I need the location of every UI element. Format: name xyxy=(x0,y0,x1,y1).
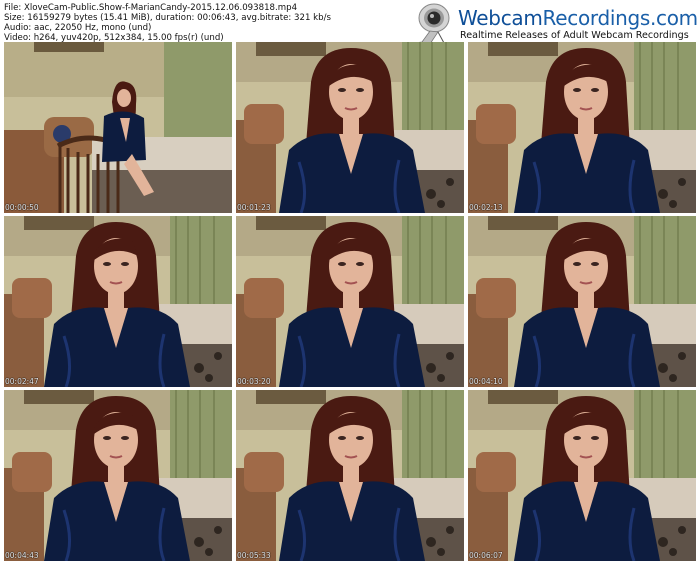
frame-image xyxy=(4,42,232,213)
video-frame-thumbnail[interactable]: 00:01:23 xyxy=(236,42,464,213)
video-frame-thumbnail[interactable]: 00:03:20 xyxy=(236,216,464,387)
frame-timestamp: 00:04:43 xyxy=(5,551,39,560)
video-frame-thumbnail[interactable]: 00:04:10 xyxy=(468,216,696,387)
video-frame-thumbnail[interactable]: 00:02:13 xyxy=(468,42,696,213)
file-size-line: Size: 16159279 bytes (15.41 MiB), durati… xyxy=(4,13,331,23)
frame-timestamp: 00:02:13 xyxy=(469,203,503,212)
frame-image xyxy=(468,42,696,213)
brand-name: WebcamRecordings.com xyxy=(458,6,698,30)
frame-image xyxy=(4,216,232,387)
video-frame-thumbnail[interactable]: 00:06:07 xyxy=(468,390,696,561)
frame-image xyxy=(236,42,464,213)
video-frame-thumbnail[interactable]: 00:00:50 xyxy=(4,42,232,213)
frame-timestamp: 00:04:10 xyxy=(469,377,503,386)
video-frame-thumbnail[interactable]: 00:04:43 xyxy=(4,390,232,561)
video-frame-thumbnail[interactable]: 00:05:33 xyxy=(236,390,464,561)
file-info-block: File: XloveCam-Public.Show-f-MarianCandy… xyxy=(4,3,404,43)
frame-image xyxy=(468,390,696,561)
audio-info-line: Audio: aac, 22050 Hz, mono (und) xyxy=(4,23,152,33)
brand-logo[interactable]: WebcamRecordings.com Realtime Releases o… xyxy=(400,2,698,46)
brand-tagline: Realtime Releases of Adult Webcam Record… xyxy=(460,30,689,41)
frame-image xyxy=(236,390,464,561)
frame-timestamp: 00:02:47 xyxy=(5,377,39,386)
frame-image xyxy=(236,216,464,387)
frame-image xyxy=(4,390,232,561)
frame-image xyxy=(468,216,696,387)
frame-timestamp: 00:05:33 xyxy=(237,551,271,560)
video-frame-thumbnail[interactable]: 00:02:47 xyxy=(4,216,232,387)
frame-timestamp: 00:06:07 xyxy=(469,551,503,560)
file-name-line: File: XloveCam-Public.Show-f-MarianCandy… xyxy=(4,3,298,13)
frame-timestamp: 00:03:20 xyxy=(237,377,271,386)
webcam-icon xyxy=(405,3,450,46)
frame-timestamp: 00:00:50 xyxy=(5,203,39,212)
frame-timestamp: 00:01:23 xyxy=(237,203,271,212)
